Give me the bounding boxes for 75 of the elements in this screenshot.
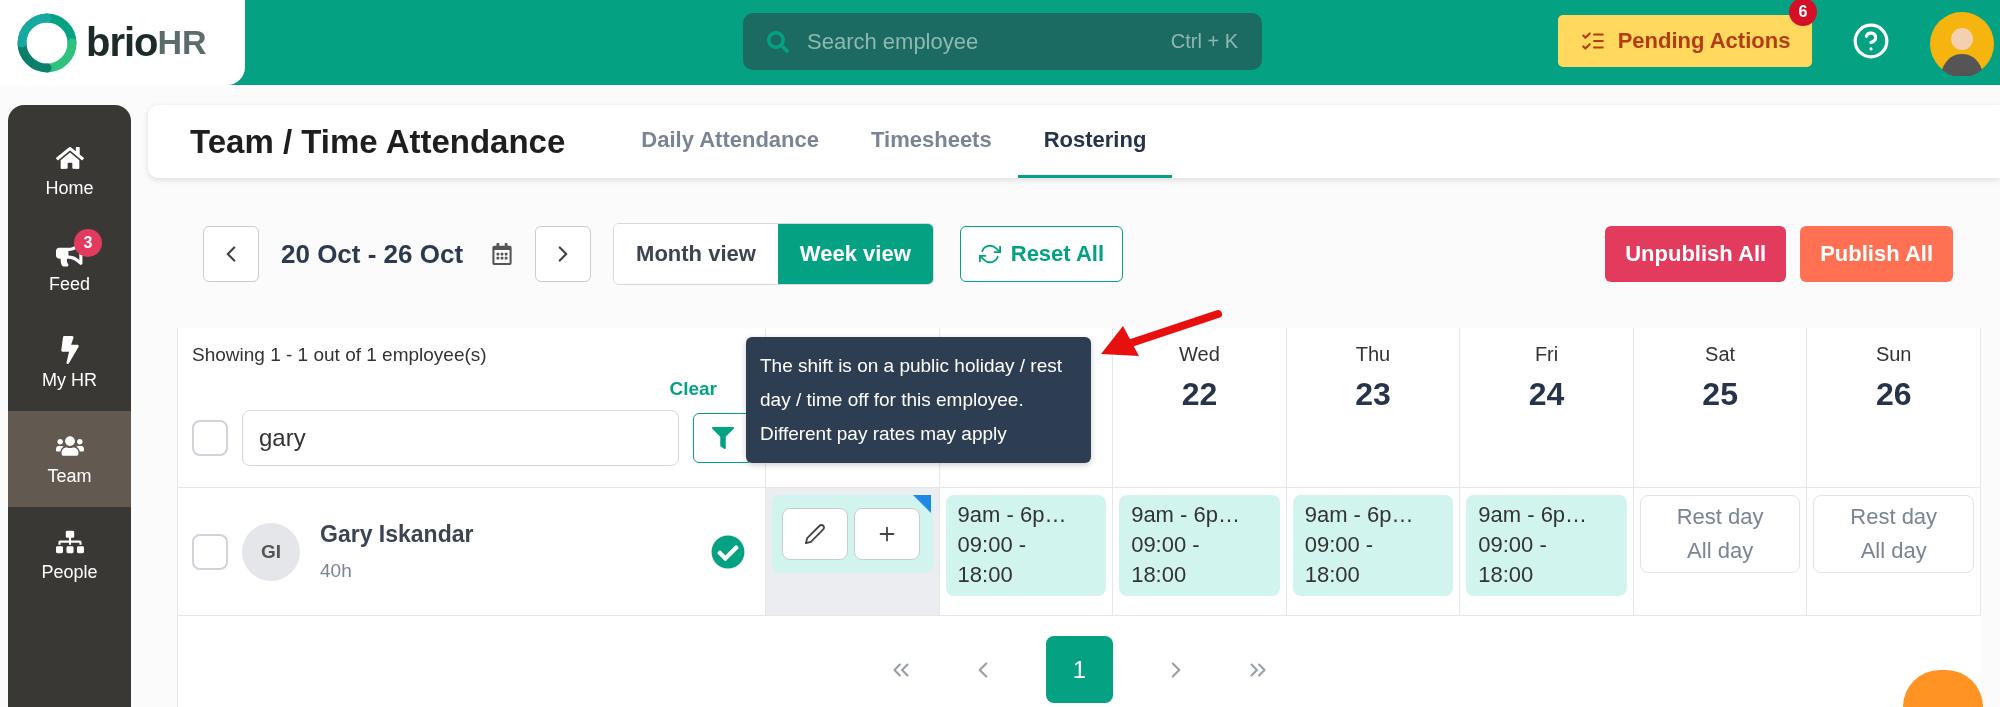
- weekday-label: Fri: [1534, 343, 1559, 366]
- sidebar-label: Feed: [49, 273, 90, 295]
- shift-text: 09:00 -: [957, 533, 1028, 558]
- shift-text: 18:00: [1478, 563, 1535, 588]
- employee-search-field[interactable]: gary: [242, 410, 679, 466]
- calendar-icon[interactable]: [491, 243, 514, 265]
- shift-text: 9am - 6p…: [1304, 503, 1415, 528]
- tab[interactable]: Timesheets: [845, 105, 1018, 178]
- sidebar-label: Team: [47, 465, 92, 487]
- result-count: Showing 1 - 1 out of 1 employee(s): [192, 344, 488, 366]
- hours-total: 40h: [320, 560, 353, 582]
- shift-card[interactable]: 9am - 6p… 09:00 - 18:00: [1292, 495, 1454, 596]
- date-range: 20 Oct - 26 Oct: [281, 238, 464, 270]
- next-week-button[interactable]: [535, 226, 592, 282]
- shift-card[interactable]: 9am - 6p… 09:00 - 18:00: [945, 495, 1107, 596]
- tab[interactable]: Rostering: [1017, 105, 1173, 178]
- rest-day-card[interactable]: Rest day All day: [1813, 495, 1974, 573]
- shift-text: 9am - 6p…: [1478, 503, 1589, 528]
- shift-text: 9am - 6p…: [957, 503, 1068, 528]
- rest-day-text: All day: [1687, 538, 1754, 564]
- date-number: 23: [1355, 376, 1391, 413]
- rest-day-text: All day: [1860, 538, 1927, 564]
- date-number: 24: [1528, 376, 1565, 413]
- date-number: 22: [1181, 376, 1218, 413]
- shift-text: 18:00: [1131, 563, 1188, 588]
- shift-text: 09:00 -: [1478, 533, 1548, 558]
- avatar-icon[interactable]: [1930, 12, 1994, 76]
- sidebar-item[interactable]: Team: [8, 411, 131, 507]
- logo-icon: [16, 11, 78, 74]
- previous-week-button[interactable]: [203, 226, 259, 282]
- tooltip: The shift is on a public holiday / rest day / time off for this employee. Different pay rates may apply: [746, 337, 1091, 463]
- weekday-label: Thu: [1355, 343, 1391, 366]
- logo-suffix: HR: [157, 23, 207, 62]
- unpublish-all-button[interactable]: Unpublish All: [1605, 226, 1787, 282]
- pencil-icon: [804, 523, 826, 545]
- weekday-label: Sun: [1875, 343, 1912, 366]
- page-title: Team / Time Attendance: [190, 122, 566, 161]
- count-badge: 6: [1789, 0, 1817, 26]
- shift-text: 9am - 6p…: [1131, 503, 1241, 528]
- rest-day-card[interactable]: Rest day All day: [1639, 495, 1801, 573]
- weekday-label: Sat: [1705, 343, 1736, 366]
- select-all-checkbox[interactable]: [192, 420, 228, 456]
- help-icon[interactable]: [1852, 22, 1890, 60]
- shift-text: 18:00: [957, 563, 1014, 588]
- weekday-label: Wed: [1179, 343, 1220, 366]
- shift-text: 18:00: [1304, 563, 1361, 588]
- avatar-initials: GI: [242, 522, 300, 581]
- shift-card[interactable]: 9am - 6p… 09:00 - 18:00: [1466, 495, 1627, 596]
- sidebar-label: People: [41, 561, 98, 583]
- shift-text: 09:00 -: [1304, 533, 1375, 558]
- employee-name[interactable]: Gary Iskandar: [320, 521, 697, 548]
- rest-day-text: Rest day: [1676, 504, 1764, 530]
- shortcut-hint: Ctrl + K: [1170, 30, 1238, 53]
- date-number: 26: [1875, 376, 1912, 413]
- sidebar-label: Home: [45, 177, 94, 199]
- logo-wordmark: brio: [86, 20, 158, 65]
- filter-icon: [712, 427, 734, 449]
- row-checkbox[interactable]: [192, 533, 228, 570]
- date-number: 25: [1702, 376, 1738, 413]
- tab[interactable]: Daily Attendance: [615, 105, 845, 178]
- sidebar-label: My HR: [42, 369, 97, 391]
- view-toggle-button[interactable]: Month view: [614, 224, 778, 284]
- shift-text: 09:00 -: [1131, 533, 1201, 558]
- count-badge: 3: [74, 229, 102, 257]
- edit-button[interactable]: [782, 508, 848, 560]
- sidebar-item[interactable]: People: [8, 507, 131, 603]
- search-icon: [767, 30, 789, 53]
- sidebar-item[interactable]: Home: [8, 123, 131, 219]
- search-input[interactable]: Search employee: [805, 27, 1155, 56]
- add-button[interactable]: [854, 508, 920, 560]
- sidebar-item[interactable]: My HR: [8, 315, 131, 411]
- rest-day-text: Rest day: [1850, 504, 1938, 530]
- refresh-icon: [978, 243, 1001, 265]
- shift-card[interactable]: 9am - 6p… 09:00 - 18:00: [1119, 495, 1280, 596]
- sidebar-item[interactable]: Feed 3: [8, 219, 131, 315]
